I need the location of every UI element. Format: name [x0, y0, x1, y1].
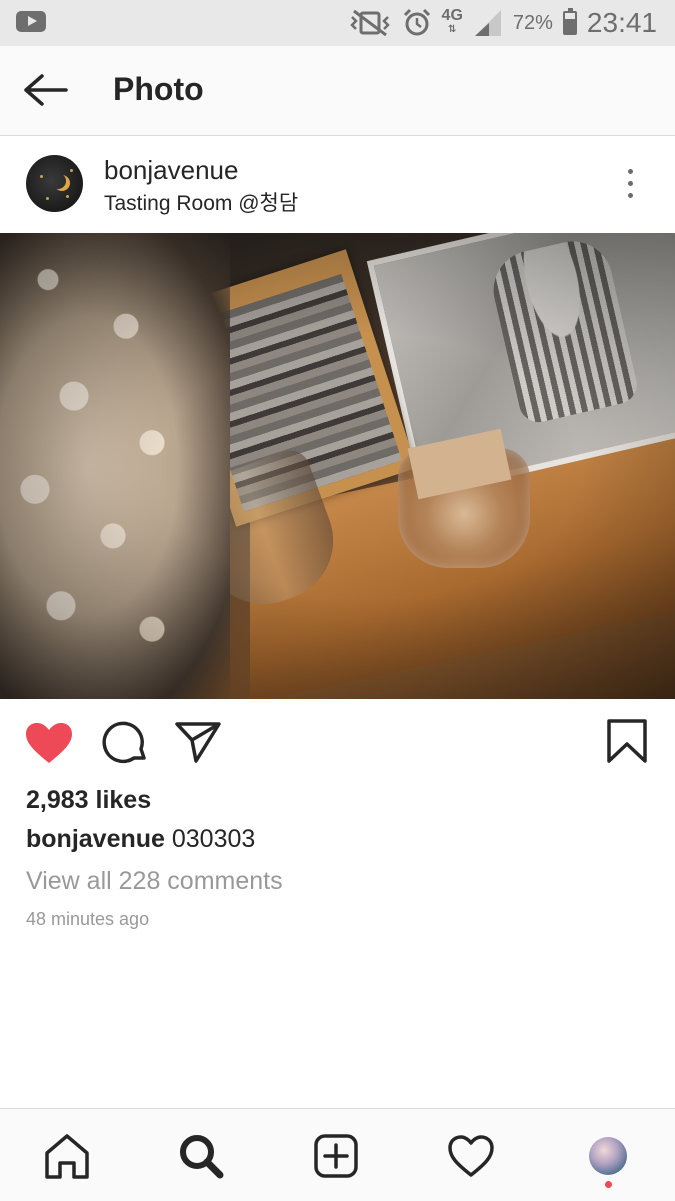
notification-dot — [605, 1181, 612, 1188]
post-photo[interactable] — [0, 233, 675, 699]
battery-icon — [562, 8, 577, 35]
profile-thumbnail — [589, 1137, 627, 1175]
home-icon[interactable] — [42, 1131, 92, 1181]
post-header: bonjavenue Tasting Room @청담 — [0, 136, 675, 232]
heart-icon[interactable] — [446, 1131, 496, 1181]
alarm-icon — [403, 8, 430, 36]
arrow-left-icon[interactable] — [22, 72, 68, 108]
post-timestamp: 48 minutes ago — [26, 909, 150, 929]
youtube-icon — [16, 11, 46, 32]
caption-username[interactable]: bonjavenue — [26, 825, 165, 853]
post-actions — [0, 700, 675, 784]
page-title: Photo — [113, 71, 204, 107]
bottom-nav — [0, 1108, 675, 1201]
search-icon[interactable] — [176, 1131, 226, 1181]
top-bar: Photo — [0, 46, 675, 136]
post-username[interactable]: bonjavenue — [104, 155, 238, 186]
status-icons: 4G ⇅ 72% 23:41 — [348, 0, 657, 46]
more-options-icon[interactable] — [620, 169, 640, 201]
vibrate-mute-icon — [349, 9, 390, 37]
send-icon[interactable] — [174, 720, 222, 764]
view-comments-link[interactable]: View all 228 comments — [26, 867, 283, 896]
moon-icon — [50, 173, 66, 189]
likes-count[interactable]: 2,983 likes — [26, 786, 151, 815]
heart-filled-icon[interactable] — [24, 721, 74, 765]
network-type: 4G ⇅ — [441, 7, 463, 36]
post-location[interactable]: Tasting Room @청담 — [104, 187, 298, 217]
battery-percent: 72% — [512, 11, 553, 34]
status-bar: 4G ⇅ 72% 23:41 — [0, 0, 675, 46]
caption: bonjavenue 030303 — [26, 825, 255, 854]
signal-icon — [474, 10, 501, 36]
caption-text: 030303 — [164, 825, 256, 853]
profile-avatar[interactable] — [583, 1131, 633, 1188]
clock: 23:41 — [586, 7, 657, 38]
bookmark-icon[interactable] — [605, 718, 649, 764]
comment-icon[interactable] — [101, 720, 147, 766]
avatar[interactable] — [26, 155, 83, 212]
add-post-icon[interactable] — [311, 1131, 361, 1181]
